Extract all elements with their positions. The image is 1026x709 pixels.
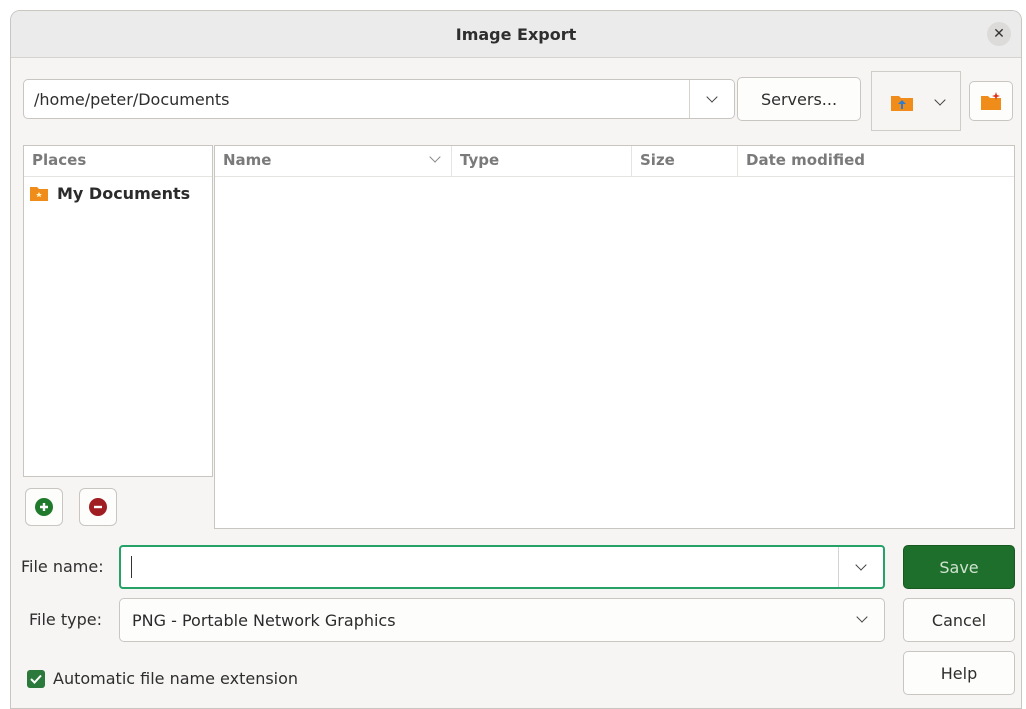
path-field[interactable]: /home/peter/Documents — [23, 79, 735, 119]
file-name-label: File name: — [21, 557, 104, 576]
column-date-modified[interactable]: Date modified — [738, 146, 1014, 176]
text-caret — [131, 556, 132, 578]
cancel-button[interactable]: Cancel — [903, 598, 1015, 642]
chevron-down-icon — [934, 94, 946, 106]
new-folder-icon — [981, 92, 1001, 110]
help-button[interactable]: Help — [903, 651, 1015, 695]
folder-up-icon — [891, 96, 913, 111]
path-text: /home/peter/Documents — [34, 90, 230, 109]
titlebar: Image Export ✕ — [11, 11, 1021, 58]
column-type[interactable]: Type — [452, 146, 632, 176]
places-header: Places — [24, 146, 212, 177]
places-panel: Places My Documents — [23, 145, 213, 477]
chevron-down-icon — [706, 91, 718, 103]
path-dropdown-button[interactable] — [689, 80, 734, 118]
places-item-label: My Documents — [57, 183, 191, 203]
file-name-input[interactable] — [121, 547, 841, 587]
window-title: Image Export — [455, 24, 577, 44]
close-button[interactable]: ✕ — [987, 22, 1011, 46]
sort-chevron-icon — [429, 151, 441, 163]
file-list-header: Name Type Size Date modified — [215, 146, 1014, 177]
file-name-dropdown-button[interactable] — [838, 547, 883, 587]
servers-button[interactable]: Servers... — [737, 77, 861, 121]
file-type-value: PNG - Portable Network Graphics — [132, 611, 396, 630]
folder-up-dropdown[interactable] — [930, 94, 950, 110]
close-icon: ✕ — [993, 26, 1005, 42]
save-button[interactable]: Save — [903, 545, 1015, 589]
file-type-select[interactable]: PNG - Portable Network Graphics — [119, 598, 885, 642]
add-icon — [35, 498, 53, 516]
folder-up-group — [871, 71, 961, 131]
file-list[interactable]: Name Type Size Date modified — [214, 145, 1015, 529]
folder-icon — [30, 187, 48, 201]
chevron-down-icon — [855, 559, 867, 571]
add-place-button[interactable] — [25, 488, 63, 526]
folder-up-button[interactable] — [890, 92, 914, 112]
file-name-combo[interactable] — [119, 545, 885, 589]
remove-icon — [89, 498, 107, 516]
checkmark-icon — [30, 674, 42, 684]
new-folder-button[interactable] — [969, 81, 1013, 121]
column-name[interactable]: Name — [215, 146, 452, 176]
column-size[interactable]: Size — [632, 146, 738, 176]
auto-extension-label[interactable]: Automatic file name extension — [53, 669, 298, 688]
image-export-dialog: Image Export ✕ /home/peter/Documents Ser… — [10, 10, 1022, 709]
chevron-down-icon — [856, 611, 868, 623]
file-type-label: File type: — [29, 610, 102, 629]
auto-extension-checkbox[interactable] — [27, 670, 45, 688]
remove-place-button[interactable] — [79, 488, 117, 526]
places-item-my-documents[interactable]: My Documents — [24, 177, 212, 209]
